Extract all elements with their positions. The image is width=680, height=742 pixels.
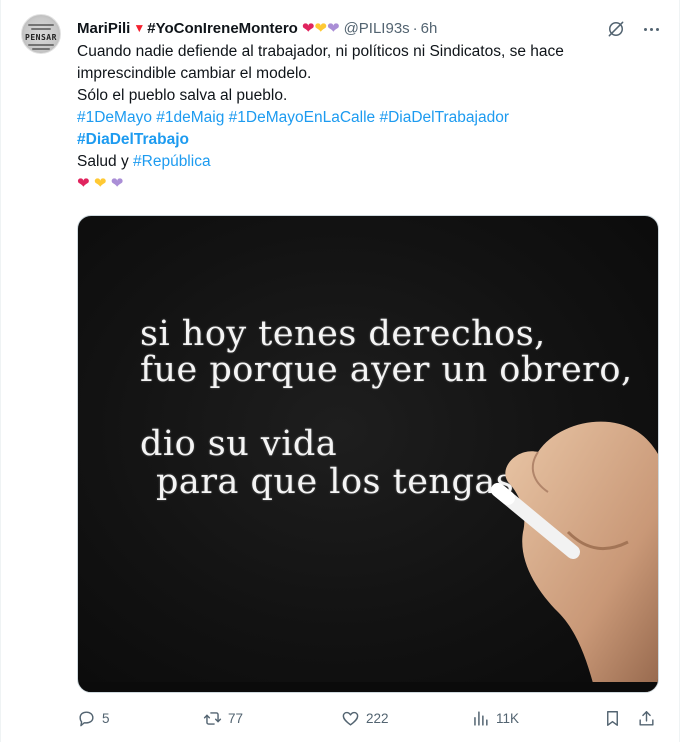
like-button[interactable]: 222 [341,706,389,730]
hashtag-link[interactable]: #República [133,153,211,170]
avatar[interactable]: PENSAR [21,14,61,54]
purple-heart-icon: ❤ [110,175,124,192]
avatar-text: PENSAR [25,33,57,42]
author-handle[interactable]: @PILI93s [344,20,410,37]
flag-icon: ▼ [133,21,146,35]
chalk-text-line: para que los tengas. [156,462,526,502]
reply-icon [79,710,94,726]
retweet-icon [203,711,222,725]
share-icon [639,710,654,726]
like-count: 222 [366,710,389,726]
views-count: 11K [496,710,520,726]
hashtag-link[interactable]: #DiaDelTrabajo [77,131,189,148]
hashtag-link[interactable]: #1DeMayo [77,109,152,126]
tweet-text: Cuando nadie defiende al trabajador, ni … [77,41,657,195]
tweet-header: MariPili ▼ #YoConIreneMontero ❤ ❤ ❤ @PIL… [77,18,437,38]
bookmark-button[interactable] [603,706,622,730]
tweet-actions: 5 77 222 11K [77,706,661,730]
red-heart-icon: ❤ [301,19,315,37]
author-hashtag[interactable]: #YoConIreneMontero [147,20,298,37]
hearts-line: ❤ ❤ ❤ [77,173,657,195]
views-button[interactable]: 11K [471,706,519,730]
text-line: imprescindible cambiar el modelo. [77,65,312,82]
hashtag-link[interactable]: #1deMaig [156,109,224,126]
tweet-card[interactable]: PENSAR MariPili ▼ #YoConIreneMontero ❤ ❤… [0,0,680,742]
text-line: Cuando nadie defiende al trabajador, ni … [77,43,564,60]
chalk-text-line: fue porque ayer un obrero, [140,350,633,390]
yellow-heart-icon: ❤ [93,175,107,192]
avatar-scribble [31,28,51,30]
bookmark-icon [607,710,618,726]
avatar-scribble [28,44,54,46]
tweet-image[interactable]: si hoy tenes derechos, fue porque ayer u… [77,215,659,693]
grok-icon[interactable] [605,18,627,40]
avatar-scribble [28,24,54,26]
yellow-heart-icon: ❤ [314,19,327,37]
hashtag-link[interactable]: #1DeMayoEnLaCalle [229,109,375,126]
image-bottom-bar [78,682,658,692]
red-heart-icon: ❤ [77,175,90,192]
avatar-scribble [32,48,50,50]
like-icon [342,711,359,726]
salud-line: Salud y #República [77,151,657,173]
chalk-text-line: dio su vida [140,424,338,464]
author-name[interactable]: MariPili [77,20,130,37]
more-icon[interactable] [639,18,663,40]
reply-button[interactable]: 5 [77,706,110,730]
purple-heart-icon: ❤ [326,19,340,37]
retweet-count: 77 [228,710,244,726]
views-icon [474,710,488,726]
chalk-text-line: si hoy tenes derechos, [140,314,546,354]
hashtag-link[interactable]: #DiaDelTrabajador [379,109,509,126]
retweet-button[interactable]: 77 [203,706,243,730]
hand-with-chalk-illustration [491,421,658,692]
separator-dot: · [412,19,418,37]
timestamp[interactable]: 6h [421,20,438,37]
text-line: Sólo el pueblo salva al pueblo. [77,87,288,104]
salud-text: Salud y [77,153,129,170]
reply-count: 5 [102,710,110,726]
share-button[interactable] [637,706,656,730]
hashtag-line: #1DeMayo #1deMaig #1DeMayoEnLaCalle #Dia… [77,107,657,129]
